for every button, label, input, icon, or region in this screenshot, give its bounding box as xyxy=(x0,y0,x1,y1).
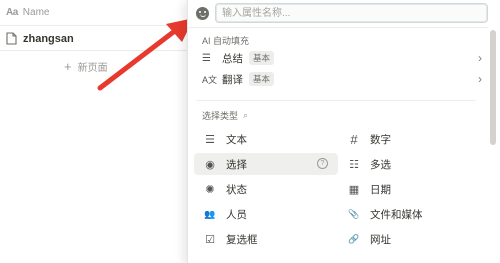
property-name-row xyxy=(196,3,488,23)
search-icon[interactable]: ⌕ xyxy=(243,110,248,121)
page-icon xyxy=(6,32,17,45)
date-icon: ▦ xyxy=(348,183,360,196)
select-type-text: 选择类型 xyxy=(202,111,239,121)
type-label: 数字 xyxy=(370,133,391,146)
type-number[interactable]: # 数字 xyxy=(338,128,482,150)
type-person[interactable]: 👥 人员 xyxy=(194,203,338,225)
url-icon: 🔗 xyxy=(348,233,360,244)
translate-icon: A文 xyxy=(202,74,218,85)
number-icon: # xyxy=(350,131,358,147)
ai-item-summary[interactable]: ☰ 总结 基本 › xyxy=(196,48,486,68)
property-name-input[interactable] xyxy=(215,3,488,23)
type-label: 网址 xyxy=(370,233,391,246)
scrollbar[interactable] xyxy=(490,30,496,145)
chevron-right-icon: › xyxy=(478,72,482,86)
type-url[interactable]: 🔗 网址 xyxy=(338,228,482,250)
divider xyxy=(196,100,476,101)
type-label: 日期 xyxy=(370,183,391,196)
type-label: 人员 xyxy=(226,208,247,221)
type-label: 复选框 xyxy=(226,233,258,246)
ai-item-label: 翻译 xyxy=(222,73,243,86)
text-icon: ☰ xyxy=(205,133,215,146)
type-text[interactable]: ☰ 文本 xyxy=(194,128,338,150)
type-select[interactable]: ◉ 选择 ? xyxy=(194,153,338,175)
ai-item-translate[interactable]: A文 翻译 基本 › xyxy=(196,69,486,89)
type-date[interactable]: ▦ 日期 xyxy=(338,178,482,200)
property-type-popup: AI 自动填充 ☰ 总结 基本 › A文 翻译 基本 › 选择类型 ⌕ ☰ 文本… xyxy=(187,0,500,263)
annotation-arrow-icon xyxy=(97,18,194,91)
ai-item-label: 总结 xyxy=(222,52,243,65)
summary-icon: ☰ xyxy=(202,52,211,64)
row-title: zhangsan xyxy=(23,32,74,45)
files-media-icon: 📎 xyxy=(348,208,360,219)
text-type-icon: Aa xyxy=(6,7,18,18)
type-checkbox[interactable]: ☑ 复选框 xyxy=(194,228,338,250)
select-icon: ◉ xyxy=(205,158,215,171)
column-name-label: Name xyxy=(22,7,50,18)
type-label: 选择 xyxy=(226,158,247,171)
type-multi-select[interactable]: ☷ 多选 xyxy=(338,153,482,175)
help-icon[interactable]: ? xyxy=(317,158,328,169)
divider xyxy=(188,27,488,28)
type-files-media[interactable]: 📎 文件和媒体 xyxy=(338,203,482,225)
basic-badge: 基本 xyxy=(249,51,275,65)
type-label: 状态 xyxy=(226,183,247,196)
checkbox-icon: ☑ xyxy=(205,233,215,246)
chevron-right-icon: › xyxy=(478,51,482,65)
type-label: 多选 xyxy=(370,158,391,171)
type-label: 文件和媒体 xyxy=(370,208,423,221)
type-label: 文本 xyxy=(226,133,247,146)
person-icon: 👥 xyxy=(204,208,216,219)
select-type-label: 选择类型 ⌕ xyxy=(202,109,248,122)
plus-icon: + xyxy=(64,59,72,74)
basic-badge: 基本 xyxy=(249,72,275,86)
emoji-icon[interactable] xyxy=(196,6,209,20)
multi-select-icon: ☷ xyxy=(349,158,359,171)
ai-autofill-label: AI 自动填充 xyxy=(202,36,250,46)
status-icon: ✺ xyxy=(205,183,215,196)
type-status[interactable]: ✺ 状态 xyxy=(194,178,338,200)
